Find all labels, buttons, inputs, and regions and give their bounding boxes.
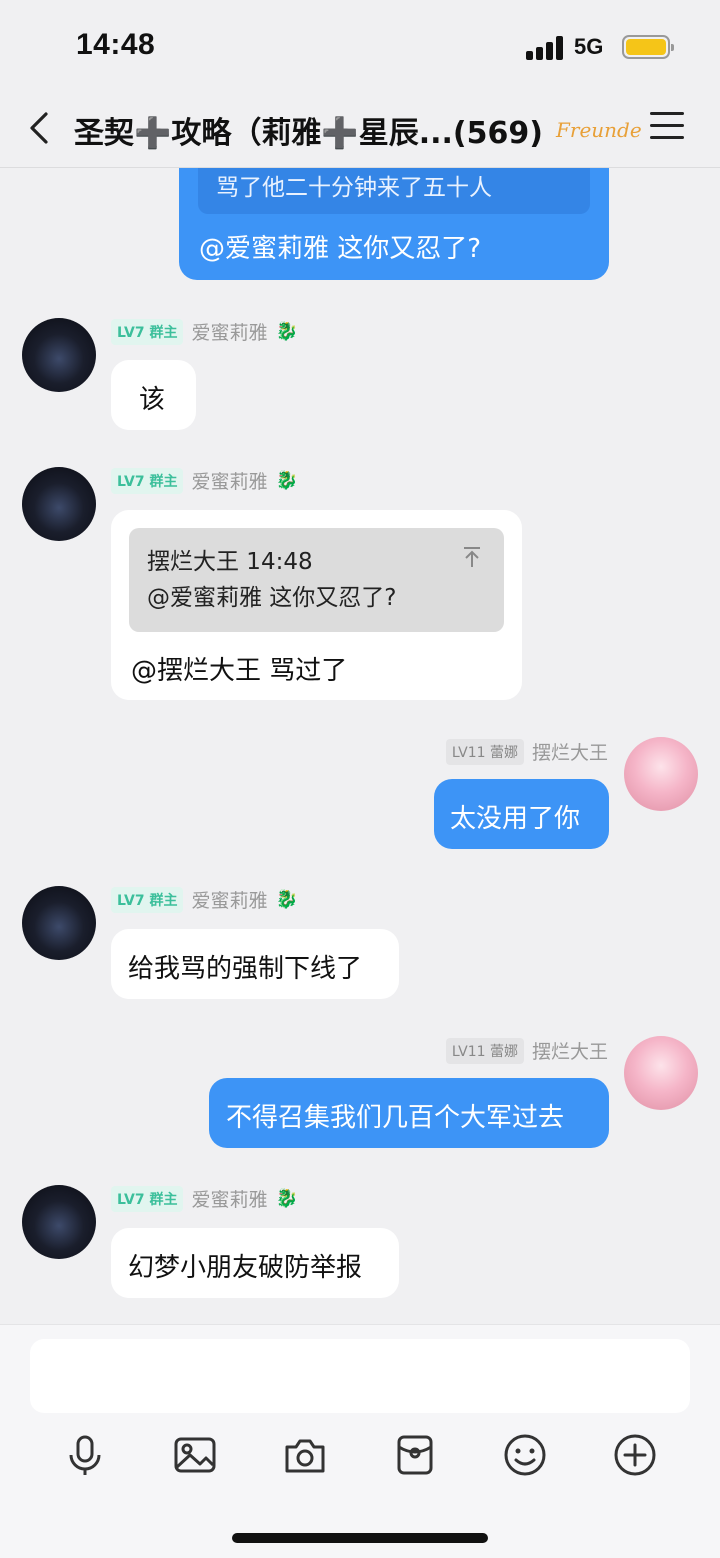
- message-bubble[interactable]: 不得召集我们几百个大军过去: [209, 1078, 609, 1148]
- message-input[interactable]: [30, 1339, 690, 1413]
- message-text: 幻梦小朋友破防举报: [128, 1253, 363, 1283]
- sender-meta: LV7 群主 爱蜜莉雅 🐉: [111, 886, 298, 913]
- dragon-icon: 🐉: [275, 321, 298, 342]
- signal-icon: [526, 36, 566, 60]
- status-bar: 14:48 5G: [0, 0, 720, 92]
- message-list[interactable]: 骂了他二十分钟来了五十人 @爱蜜莉雅 这你又忍了? LV7 群主 爱蜜莉雅 🐉 …: [0, 168, 720, 1324]
- group-title[interactable]: 圣契➕攻略（莉雅➕星辰...(569): [74, 108, 543, 152]
- avatar[interactable]: [22, 318, 96, 392]
- level-badge: LV7 群主: [111, 1185, 184, 1212]
- sender-meta: LV11 蕾娜 摆烂大王: [445, 1037, 608, 1064]
- level-badge: LV7 群主: [111, 318, 184, 345]
- input-area: [0, 1324, 720, 1558]
- sender-name[interactable]: 摆烂大王: [532, 1037, 608, 1064]
- quoted-message: 骂了他二十分钟来了五十人: [198, 168, 590, 214]
- avatar[interactable]: [22, 467, 96, 541]
- message-bubble[interactable]: 给我骂的强制下线了: [111, 929, 399, 999]
- sender-name[interactable]: 爱蜜莉雅: [191, 318, 267, 345]
- chat-header: 圣契➕攻略（莉雅➕星辰...(569) Freunde: [0, 92, 720, 168]
- quote-text: @爱蜜莉雅 这你又忍了?: [147, 585, 397, 611]
- emoji-icon[interactable]: [503, 1433, 547, 1477]
- red-packet-icon[interactable]: [393, 1433, 437, 1477]
- message-text: @爱蜜莉雅 这你又忍了?: [199, 234, 482, 264]
- message-text: 给我骂的强制下线了: [128, 954, 363, 984]
- level-badge: LV11 蕾娜: [445, 1037, 524, 1064]
- avatar[interactable]: [624, 1036, 698, 1110]
- level-badge: LV7 群主: [111, 467, 184, 494]
- quoted-message[interactable]: 摆烂大王 14:48 @爱蜜莉雅 这你又忍了?: [129, 528, 504, 632]
- message-bubble[interactable]: 骂了他二十分钟来了五十人 @爱蜜莉雅 这你又忍了?: [179, 168, 609, 280]
- battery-icon: [622, 35, 674, 59]
- dragon-icon: 🐉: [275, 470, 298, 491]
- sender-meta: LV7 群主 爱蜜莉雅 🐉: [111, 318, 298, 345]
- menu-button[interactable]: [650, 110, 686, 142]
- message-text: @摆烂大王 骂过了: [131, 656, 348, 686]
- sender-name[interactable]: 爱蜜莉雅: [191, 467, 267, 494]
- quote-header: 摆烂大王 14:48: [147, 549, 313, 575]
- dragon-icon: 🐉: [275, 1188, 298, 1209]
- message-text: 太没用了你: [450, 804, 581, 834]
- message-bubble[interactable]: 摆烂大王 14:48 @爱蜜莉雅 这你又忍了? @摆烂大王 骂过了: [111, 510, 522, 700]
- sender-name[interactable]: 爱蜜莉雅: [191, 1185, 267, 1212]
- message-text: 该: [139, 385, 166, 415]
- message-bubble[interactable]: 太没用了你: [434, 779, 609, 849]
- avatar[interactable]: [22, 1185, 96, 1259]
- message-text: 不得召集我们几百个大军过去: [226, 1103, 565, 1133]
- sender-meta: LV7 群主 爱蜜莉雅 🐉: [111, 467, 298, 494]
- camera-icon[interactable]: [283, 1433, 327, 1477]
- quote-text: 骂了他二十分钟来了五十人: [216, 175, 492, 201]
- level-badge: LV7 群主: [111, 886, 184, 913]
- level-badge: LV11 蕾娜: [445, 738, 524, 765]
- mic-icon[interactable]: [63, 1433, 107, 1477]
- jump-to-top-icon[interactable]: [462, 546, 482, 568]
- sender-name[interactable]: 摆烂大王: [532, 738, 608, 765]
- chevron-left-icon: [30, 112, 48, 144]
- network-label: 5G: [574, 34, 604, 59]
- sender-name[interactable]: 爱蜜莉雅: [191, 886, 267, 913]
- dragon-icon: 🐉: [275, 889, 298, 910]
- status-time: 14:48: [76, 28, 156, 61]
- title-decoration: Freunde: [556, 118, 642, 142]
- sender-meta: LV7 群主 爱蜜莉雅 🐉: [111, 1185, 298, 1212]
- image-icon[interactable]: [173, 1433, 217, 1477]
- message-bubble[interactable]: 幻梦小朋友破防举报: [111, 1228, 399, 1298]
- sender-meta: LV11 蕾娜 摆烂大王: [445, 738, 608, 765]
- avatar[interactable]: [624, 737, 698, 811]
- home-indicator[interactable]: [232, 1533, 488, 1543]
- avatar[interactable]: [22, 886, 96, 960]
- message-bubble[interactable]: 该: [111, 360, 196, 430]
- plus-icon[interactable]: [613, 1433, 657, 1477]
- back-button[interactable]: [22, 108, 62, 148]
